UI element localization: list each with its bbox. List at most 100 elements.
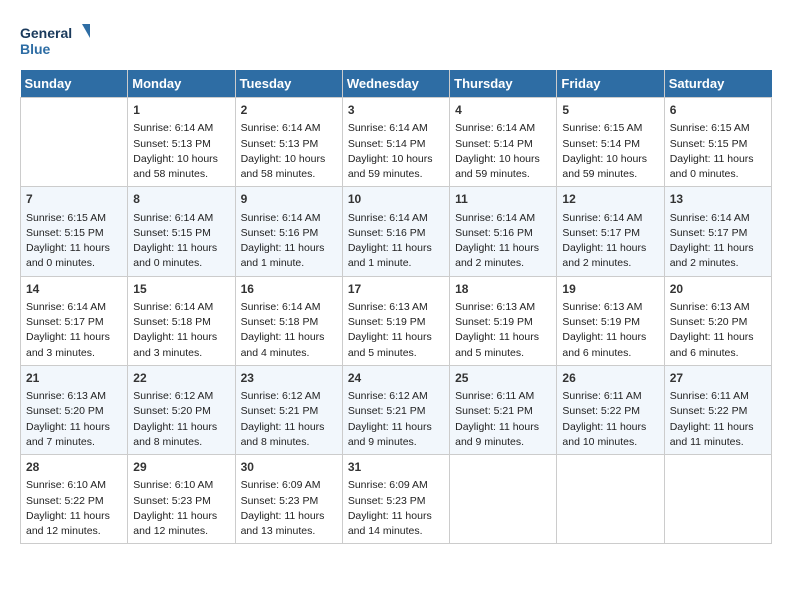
day-info: Sunrise: 6:09 AMSunset: 5:23 PMDaylight:… [241, 478, 337, 539]
day-number: 17 [348, 281, 444, 298]
day-info: Sunrise: 6:14 AMSunset: 5:17 PMDaylight:… [26, 300, 122, 361]
calendar-cell: 9 Sunrise: 6:14 AMSunset: 5:16 PMDaylight… [235, 187, 342, 276]
day-number: 3 [348, 102, 444, 119]
day-number: 6 [670, 102, 766, 119]
logo: General Blue [20, 20, 90, 60]
calendar-cell [21, 98, 128, 187]
calendar-cell: 30 Sunrise: 6:09 AMSunset: 5:23 PMDayligh… [235, 455, 342, 544]
week-row-2: 7 Sunrise: 6:15 AMSunset: 5:15 PMDaylight… [21, 187, 772, 276]
day-number: 10 [348, 191, 444, 208]
day-info: Sunrise: 6:14 AMSunset: 5:14 PMDaylight:… [348, 121, 444, 182]
day-number: 12 [562, 191, 658, 208]
day-number: 18 [455, 281, 551, 298]
day-number: 11 [455, 191, 551, 208]
calendar-cell: 24 Sunrise: 6:12 AMSunset: 5:21 PMDayligh… [342, 365, 449, 454]
day-info: Sunrise: 6:14 AMSunset: 5:16 PMDaylight:… [348, 211, 444, 272]
svg-text:Blue: Blue [20, 41, 51, 57]
calendar-cell: 3 Sunrise: 6:14 AMSunset: 5:14 PMDaylight… [342, 98, 449, 187]
day-info: Sunrise: 6:14 AMSunset: 5:13 PMDaylight:… [241, 121, 337, 182]
week-row-5: 28Sunrise: 6:10 AMSunset: 5:22 PMDayligh… [21, 455, 772, 544]
week-row-3: 14Sunrise: 6:14 AMSunset: 5:17 PMDayligh… [21, 276, 772, 365]
calendar-cell: 8 Sunrise: 6:14 AMSunset: 5:15 PMDaylight… [128, 187, 235, 276]
calendar-cell: 23 Sunrise: 6:12 AMSunset: 5:21 PMDayligh… [235, 365, 342, 454]
calendar-cell: 6Sunrise: 6:15 AMSunset: 5:15 PMDaylight… [664, 98, 771, 187]
calendar-cell: 11Sunrise: 6:14 AMSunset: 5:16 PMDayligh… [450, 187, 557, 276]
weekday-header-monday: Monday [128, 70, 235, 98]
day-info: Sunrise: 6:14 AMSunset: 5:16 PMDaylight:… [241, 211, 337, 272]
calendar-cell [557, 455, 664, 544]
day-info: Sunrise: 6:12 AMSunset: 5:21 PMDaylight:… [348, 389, 444, 450]
day-number: 5 [562, 102, 658, 119]
calendar-cell: 28Sunrise: 6:10 AMSunset: 5:22 PMDayligh… [21, 455, 128, 544]
day-number: 16 [241, 281, 337, 298]
day-info: Sunrise: 6:13 AMSunset: 5:20 PMDaylight:… [26, 389, 122, 450]
calendar-cell: 10 Sunrise: 6:14 AMSunset: 5:16 PMDayligh… [342, 187, 449, 276]
calendar-cell: 16 Sunrise: 6:14 AMSunset: 5:18 PMDayligh… [235, 276, 342, 365]
day-info: Sunrise: 6:11 AMSunset: 5:21 PMDaylight:… [455, 389, 551, 450]
weekday-header-friday: Friday [557, 70, 664, 98]
day-number: 25 [455, 370, 551, 387]
day-number: 26 [562, 370, 658, 387]
day-info: Sunrise: 6:11 AMSunset: 5:22 PMDaylight:… [562, 389, 658, 450]
calendar-cell: 13Sunrise: 6:14 AMSunset: 5:17 PMDayligh… [664, 187, 771, 276]
day-number: 24 [348, 370, 444, 387]
day-number: 22 [133, 370, 229, 387]
day-info: Sunrise: 6:15 AMSunset: 5:15 PMDaylight:… [26, 211, 122, 272]
day-info: Sunrise: 6:14 AMSunset: 5:17 PMDaylight:… [562, 211, 658, 272]
day-info: Sunrise: 6:12 AMSunset: 5:20 PMDaylight:… [133, 389, 229, 450]
calendar-cell: 17 Sunrise: 6:13 AMSunset: 5:19 PMDayligh… [342, 276, 449, 365]
day-number: 7 [26, 191, 122, 208]
day-number: 31 [348, 459, 444, 476]
calendar-cell [664, 455, 771, 544]
calendar-cell: 1 Sunrise: 6:14 AMSunset: 5:13 PMDaylight… [128, 98, 235, 187]
day-info: Sunrise: 6:13 AMSunset: 5:19 PMDaylight:… [455, 300, 551, 361]
week-row-4: 21 Sunrise: 6:13 AMSunset: 5:20 PMDayligh… [21, 365, 772, 454]
day-number: 23 [241, 370, 337, 387]
calendar-cell: 22 Sunrise: 6:12 AMSunset: 5:20 PMDayligh… [128, 365, 235, 454]
weekday-header-row: SundayMondayTuesdayWednesdayThursdayFrid… [21, 70, 772, 98]
logo-icon: General Blue [20, 20, 90, 60]
day-number: 19 [562, 281, 658, 298]
calendar-cell: 4 Sunrise: 6:14 AMSunset: 5:14 PMDaylight… [450, 98, 557, 187]
weekday-header-tuesday: Tuesday [235, 70, 342, 98]
week-row-1: 1 Sunrise: 6:14 AMSunset: 5:13 PMDaylight… [21, 98, 772, 187]
day-number: 28 [26, 459, 122, 476]
calendar-cell: 29Sunrise: 6:10 AMSunset: 5:23 PMDayligh… [128, 455, 235, 544]
day-info: Sunrise: 6:14 AMSunset: 5:13 PMDaylight:… [133, 121, 229, 182]
day-info: Sunrise: 6:15 AMSunset: 5:14 PMDaylight:… [562, 121, 658, 182]
day-number: 8 [133, 191, 229, 208]
day-number: 30 [241, 459, 337, 476]
day-number: 4 [455, 102, 551, 119]
day-info: Sunrise: 6:13 AMSunset: 5:20 PMDaylight:… [670, 300, 766, 361]
calendar-table: SundayMondayTuesdayWednesdayThursdayFrid… [20, 70, 772, 544]
day-info: Sunrise: 6:14 AMSunset: 5:15 PMDaylight:… [133, 211, 229, 272]
calendar-cell: 12 Sunrise: 6:14 AMSunset: 5:17 PMDayligh… [557, 187, 664, 276]
day-number: 20 [670, 281, 766, 298]
day-info: Sunrise: 6:13 AMSunset: 5:19 PMDaylight:… [348, 300, 444, 361]
day-info: Sunrise: 6:14 AMSunset: 5:18 PMDaylight:… [241, 300, 337, 361]
calendar-cell: 25 Sunrise: 6:11 AMSunset: 5:21 PMDayligh… [450, 365, 557, 454]
day-number: 9 [241, 191, 337, 208]
day-number: 13 [670, 191, 766, 208]
calendar-cell: 14Sunrise: 6:14 AMSunset: 5:17 PMDayligh… [21, 276, 128, 365]
calendar-cell: 31Sunrise: 6:09 AMSunset: 5:23 PMDayligh… [342, 455, 449, 544]
day-info: Sunrise: 6:11 AMSunset: 5:22 PMDaylight:… [670, 389, 766, 450]
day-number: 15 [133, 281, 229, 298]
calendar-cell: 7 Sunrise: 6:15 AMSunset: 5:15 PMDaylight… [21, 187, 128, 276]
svg-text:General: General [20, 25, 72, 41]
day-number: 21 [26, 370, 122, 387]
weekday-header-sunday: Sunday [21, 70, 128, 98]
day-info: Sunrise: 6:14 AMSunset: 5:18 PMDaylight:… [133, 300, 229, 361]
calendar-cell: 18 Sunrise: 6:13 AMSunset: 5:19 PMDayligh… [450, 276, 557, 365]
day-number: 1 [133, 102, 229, 119]
calendar-cell: 27 Sunrise: 6:11 AMSunset: 5:22 PMDayligh… [664, 365, 771, 454]
calendar-cell: 20 Sunrise: 6:13 AMSunset: 5:20 PMDayligh… [664, 276, 771, 365]
day-number: 27 [670, 370, 766, 387]
calendar-cell: 21 Sunrise: 6:13 AMSunset: 5:20 PMDayligh… [21, 365, 128, 454]
day-info: Sunrise: 6:14 AMSunset: 5:14 PMDaylight:… [455, 121, 551, 182]
day-info: Sunrise: 6:13 AMSunset: 5:19 PMDaylight:… [562, 300, 658, 361]
calendar-cell: 5 Sunrise: 6:15 AMSunset: 5:14 PMDaylight… [557, 98, 664, 187]
day-info: Sunrise: 6:12 AMSunset: 5:21 PMDaylight:… [241, 389, 337, 450]
weekday-header-saturday: Saturday [664, 70, 771, 98]
page-header: General Blue [20, 20, 772, 60]
